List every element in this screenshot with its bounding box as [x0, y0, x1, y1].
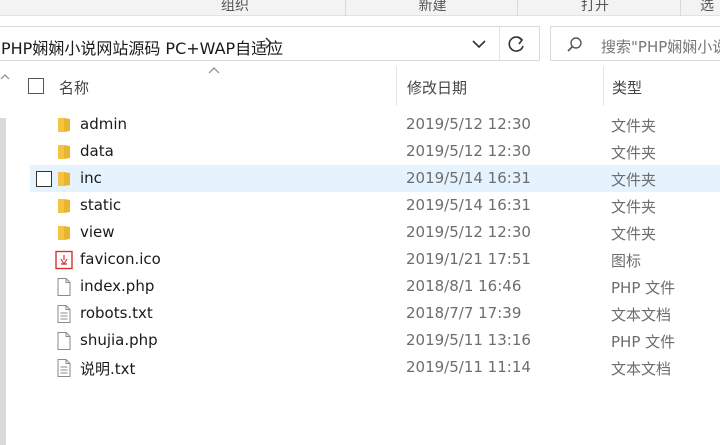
- column-name-header[interactable]: 名称: [59, 77, 89, 98]
- file-modified-date: 2019/5/12 12:30: [406, 223, 531, 241]
- text-file-icon: [57, 359, 71, 377]
- blank-file-icon: [57, 278, 71, 296]
- ribbon-group-labels: 组织 新建 打开 选: [0, 0, 720, 16]
- column-type-header[interactable]: 类型: [612, 77, 642, 98]
- file-row[interactable]: favicon.ico 2019/1/21 17:51 图标: [30, 246, 720, 273]
- ribbon-separator: [680, 0, 681, 16]
- file-name[interactable]: index.php: [80, 277, 154, 295]
- file-modified-date: 2019/1/21 17:51: [406, 250, 531, 268]
- file-type: 文本文档: [611, 306, 672, 324]
- search-input[interactable]: 搜索"PHP娴娴小说: [601, 36, 720, 57]
- address-path[interactable]: PHP娴娴小说网站源码 PC+WAP自适应: [1, 35, 283, 59]
- file-type: 文件夹: [611, 171, 657, 189]
- ribbon-group-select: 选: [700, 0, 714, 14]
- breadcrumb-chevron-icon[interactable]: [264, 34, 274, 52]
- ribbon-separator: [345, 0, 346, 16]
- blank-file-icon: [57, 332, 71, 350]
- file-type: 文件夹: [611, 117, 657, 135]
- file-name[interactable]: favicon.ico: [80, 250, 161, 268]
- file-name[interactable]: data: [80, 142, 114, 160]
- folder-icon: [58, 172, 70, 186]
- file-name[interactable]: robots.txt: [80, 304, 153, 322]
- file-name[interactable]: shujia.php: [80, 331, 158, 349]
- file-name[interactable]: static: [80, 196, 121, 214]
- file-modified-date: 2019/5/12 12:30: [406, 115, 531, 133]
- file-type: PHP 文件: [611, 279, 676, 297]
- address-divider: [499, 27, 500, 60]
- chevron-up-icon[interactable]: [0, 72, 10, 82]
- file-row[interactable]: data 2019/5/12 12:30 文件夹: [30, 138, 720, 165]
- file-type: 文本文档: [611, 360, 672, 378]
- column-divider[interactable]: [603, 66, 604, 106]
- search-icon: [567, 37, 582, 52]
- file-row[interactable]: 说明.txt 2019/5/11 11:14 文本文档: [30, 354, 720, 381]
- file-row[interactable]: shujia.php 2019/5/11 13:16 PHP 文件: [30, 327, 720, 354]
- file-list: admin 2019/5/12 12:30 文件夹 data 2019/5/12 12:…: [30, 111, 720, 381]
- file-modified-date: 2018/8/1 16:46: [406, 277, 522, 295]
- navigation-scrollbar[interactable]: [0, 118, 6, 445]
- file-modified-date: 2019/5/11 13:16: [406, 331, 531, 349]
- folder-icon: [58, 199, 70, 213]
- file-type: 文件夹: [611, 144, 657, 162]
- sort-ascending-icon: [208, 67, 220, 74]
- file-type: 文件夹: [611, 198, 657, 216]
- file-modified-date: 2019/5/12 12:30: [406, 142, 531, 160]
- ribbon-group-new: 新建: [418, 0, 447, 14]
- file-modified-date: 2019/5/11 11:14: [406, 358, 531, 376]
- file-name[interactable]: view: [80, 223, 115, 241]
- file-row[interactable]: static 2019/5/14 16:31 文件夹: [30, 192, 720, 219]
- select-all-checkbox[interactable]: [28, 78, 44, 94]
- search-box[interactable]: 搜索"PHP娴娴小说: [550, 26, 720, 61]
- file-name[interactable]: 说明.txt: [80, 358, 135, 379]
- file-row[interactable]: index.php 2018/8/1 16:46 PHP 文件: [30, 273, 720, 300]
- folder-icon: [58, 118, 70, 132]
- address-bar[interactable]: PHP娴娴小说网站源码 PC+WAP自适应: [0, 26, 540, 61]
- file-modified-date: 2019/5/14 16:31: [406, 196, 531, 214]
- text-file-icon: [57, 305, 71, 323]
- ico-file-icon: [55, 250, 73, 270]
- file-type: 图标: [611, 252, 642, 270]
- column-header: 名称 修改日期 类型: [12, 66, 720, 106]
- refresh-icon[interactable]: [506, 34, 528, 54]
- chevron-down-icon[interactable]: [469, 36, 489, 52]
- file-name[interactable]: admin: [80, 115, 127, 133]
- file-modified-date: 2018/7/7 17:39: [406, 304, 522, 322]
- column-date-header[interactable]: 修改日期: [407, 77, 467, 98]
- folder-icon: [58, 145, 70, 159]
- file-type: PHP 文件: [611, 333, 676, 351]
- ribbon-separator: [517, 0, 518, 16]
- file-row[interactable]: robots.txt 2018/7/7 17:39 文本文档: [30, 300, 720, 327]
- file-type: 文件夹: [611, 225, 657, 243]
- folder-icon: [58, 226, 70, 240]
- file-row[interactable]: inc 2019/5/14 16:31 文件夹: [30, 165, 720, 192]
- file-name[interactable]: inc: [80, 169, 102, 187]
- file-row[interactable]: view 2019/5/12 12:30 文件夹: [30, 219, 720, 246]
- file-modified-date: 2019/5/14 16:31: [406, 169, 531, 187]
- column-divider[interactable]: [396, 66, 397, 106]
- file-row[interactable]: admin 2019/5/12 12:30 文件夹: [30, 111, 720, 138]
- ribbon-group-organize: 组织: [221, 0, 249, 14]
- ribbon-group-open: 打开: [581, 0, 609, 14]
- row-checkbox[interactable]: [36, 171, 52, 187]
